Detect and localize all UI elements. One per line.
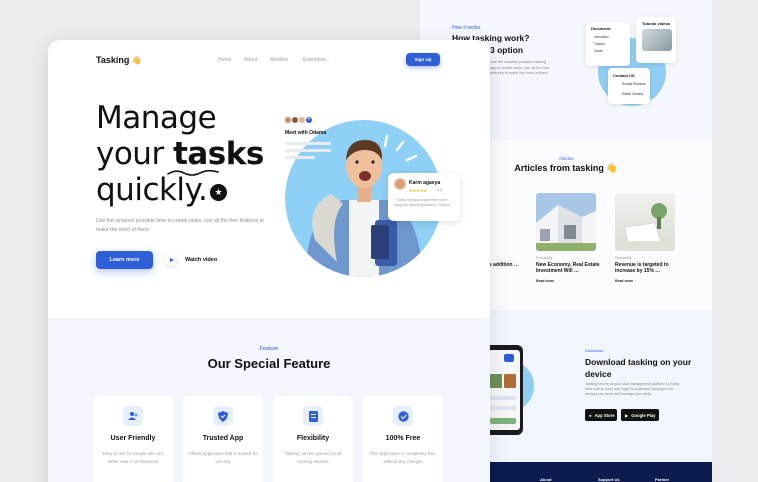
star-icon: ★ bbox=[210, 184, 227, 201]
nav-about[interactable]: About bbox=[244, 57, 257, 63]
feature-name: Flexibility bbox=[296, 435, 330, 442]
hero-title-line3: quickly. bbox=[96, 172, 208, 208]
placeholder-line bbox=[285, 156, 315, 159]
feature-desc: Tasking can be opened on all existing de… bbox=[284, 451, 342, 464]
article-image[interactable] bbox=[615, 193, 675, 251]
review-card: Karin agasya ★★★★★ 4.8 " I think very go… bbox=[388, 173, 460, 221]
document-icon bbox=[303, 406, 323, 426]
nav-home[interactable]: Home bbox=[218, 57, 231, 63]
feature-name: Trusted App bbox=[202, 435, 244, 442]
nav-enterprise[interactable]: Enterprise⌄ bbox=[303, 57, 330, 63]
learn-more-button[interactable]: Learn more bbox=[96, 251, 153, 269]
article-image[interactable] bbox=[536, 193, 596, 251]
article-title[interactable]: New Economy, Real Estate Investment Will… bbox=[536, 262, 600, 274]
how-title-line2: 3 option bbox=[490, 45, 524, 55]
users-icon bbox=[123, 406, 143, 426]
how-text: Use the simplest possible tasking app to… bbox=[490, 60, 550, 75]
feature-card-flexibility[interactable]: Flexibility Tasking can be opened on all… bbox=[273, 396, 353, 482]
logo[interactable]: Tasking 👋 bbox=[96, 55, 142, 65]
feature-desc: Easy to use for people who are either ne… bbox=[102, 451, 164, 464]
rating-score: 4.8 bbox=[437, 188, 442, 192]
wave-icon: 👋 bbox=[131, 56, 142, 65]
review-text: " I think very good experience when usin… bbox=[394, 198, 452, 207]
nav-member[interactable]: Member bbox=[270, 57, 288, 63]
footer-support[interactable]: Support Us bbox=[598, 477, 620, 482]
contact-row[interactable]: Ronald Richards bbox=[622, 82, 646, 86]
reviewer-avatar bbox=[394, 178, 406, 190]
feature-name: 100% Free bbox=[385, 435, 421, 442]
rating-stars: ★★★★★ bbox=[409, 188, 427, 193]
meeting-card[interactable]: + Meet with Odama bbox=[284, 116, 342, 166]
shield-icon bbox=[213, 406, 233, 426]
feature-card-user-friendly[interactable]: User Friendly Easy to use for people who… bbox=[93, 396, 173, 482]
feature-kicker: Feature bbox=[259, 346, 279, 352]
download-title: Download tasking on your device bbox=[585, 357, 692, 379]
download-text: Tasking serves as your task management p… bbox=[585, 382, 680, 396]
footer-partner[interactable]: Partner bbox=[655, 477, 669, 482]
play-icon[interactable] bbox=[165, 254, 177, 266]
doc-row[interactable]: Guide bbox=[594, 49, 603, 53]
feature-desc: Official application that is trusted for… bbox=[188, 451, 258, 464]
read-more-link[interactable]: Read more bbox=[615, 279, 633, 283]
how-kicker: How it works bbox=[452, 25, 481, 31]
feature-name: User Friendly bbox=[110, 435, 156, 442]
play-store-icon: ▶ bbox=[625, 412, 629, 418]
read-more-link[interactable]: Read more bbox=[536, 279, 554, 283]
hero-description: Use the simplest possible time to create… bbox=[96, 218, 265, 233]
doc-row[interactable]: Tutorial bbox=[594, 42, 605, 46]
badge-check-icon bbox=[393, 406, 413, 426]
hero-title-line2: your tasks bbox=[96, 136, 264, 172]
placeholder-line bbox=[285, 142, 331, 145]
meeting-title: Meet with Odama bbox=[285, 130, 327, 136]
document-card[interactable]: Document Instruction Tutorial Guide bbox=[586, 22, 630, 66]
article-category: Productivity bbox=[536, 256, 553, 260]
google-play-button[interactable]: ▶ Google Play bbox=[621, 409, 659, 421]
feature-desc: This application is completely free, wit… bbox=[369, 451, 437, 464]
contact-card-title: Contact US bbox=[613, 73, 635, 78]
sign-up-button[interactable]: Sign Up bbox=[406, 53, 440, 66]
feature-card-free[interactable]: 100% Free This application is completely… bbox=[363, 396, 443, 482]
chevron-down-icon: ⌄ bbox=[325, 57, 330, 63]
doc-row[interactable]: Instruction bbox=[594, 35, 609, 39]
feature-card-trusted-app[interactable]: Trusted App Official application that is… bbox=[183, 396, 263, 482]
phone-mockup bbox=[485, 345, 523, 435]
tutorial-card[interactable]: Tutorial videos bbox=[636, 17, 676, 63]
desk-photo bbox=[615, 203, 675, 251]
footer-about[interactable]: About bbox=[540, 477, 552, 482]
watch-video-link[interactable]: Watch video bbox=[185, 257, 217, 263]
landing-page: Tasking 👋 Home About Member Enterprise⌄ … bbox=[48, 40, 490, 482]
document-card-title: Document bbox=[591, 26, 611, 31]
house-photo bbox=[536, 193, 596, 251]
article-title[interactable]: Revenue is targeted to increase by 15% … bbox=[615, 262, 679, 274]
contact-row[interactable]: Esther Howard bbox=[622, 92, 643, 96]
add-avatar-icon[interactable]: + bbox=[305, 116, 313, 124]
download-kicker: Download bbox=[585, 348, 603, 353]
contact-card[interactable]: Contact US Ronald Richards Esther Howard bbox=[608, 68, 650, 104]
apple-icon: ● bbox=[589, 412, 592, 418]
feature-title: Our Special Feature bbox=[207, 356, 331, 371]
tutorial-thumbnail bbox=[642, 29, 672, 51]
reviewer-name: Karin agasya bbox=[409, 180, 441, 186]
article-category: Productivity bbox=[615, 256, 632, 260]
placeholder-line bbox=[285, 149, 331, 152]
app-store-button[interactable]: ● App Store bbox=[585, 409, 617, 421]
tutorial-card-title: Tutorial videos bbox=[642, 21, 671, 26]
hero-title-line1: Manage bbox=[96, 100, 217, 136]
